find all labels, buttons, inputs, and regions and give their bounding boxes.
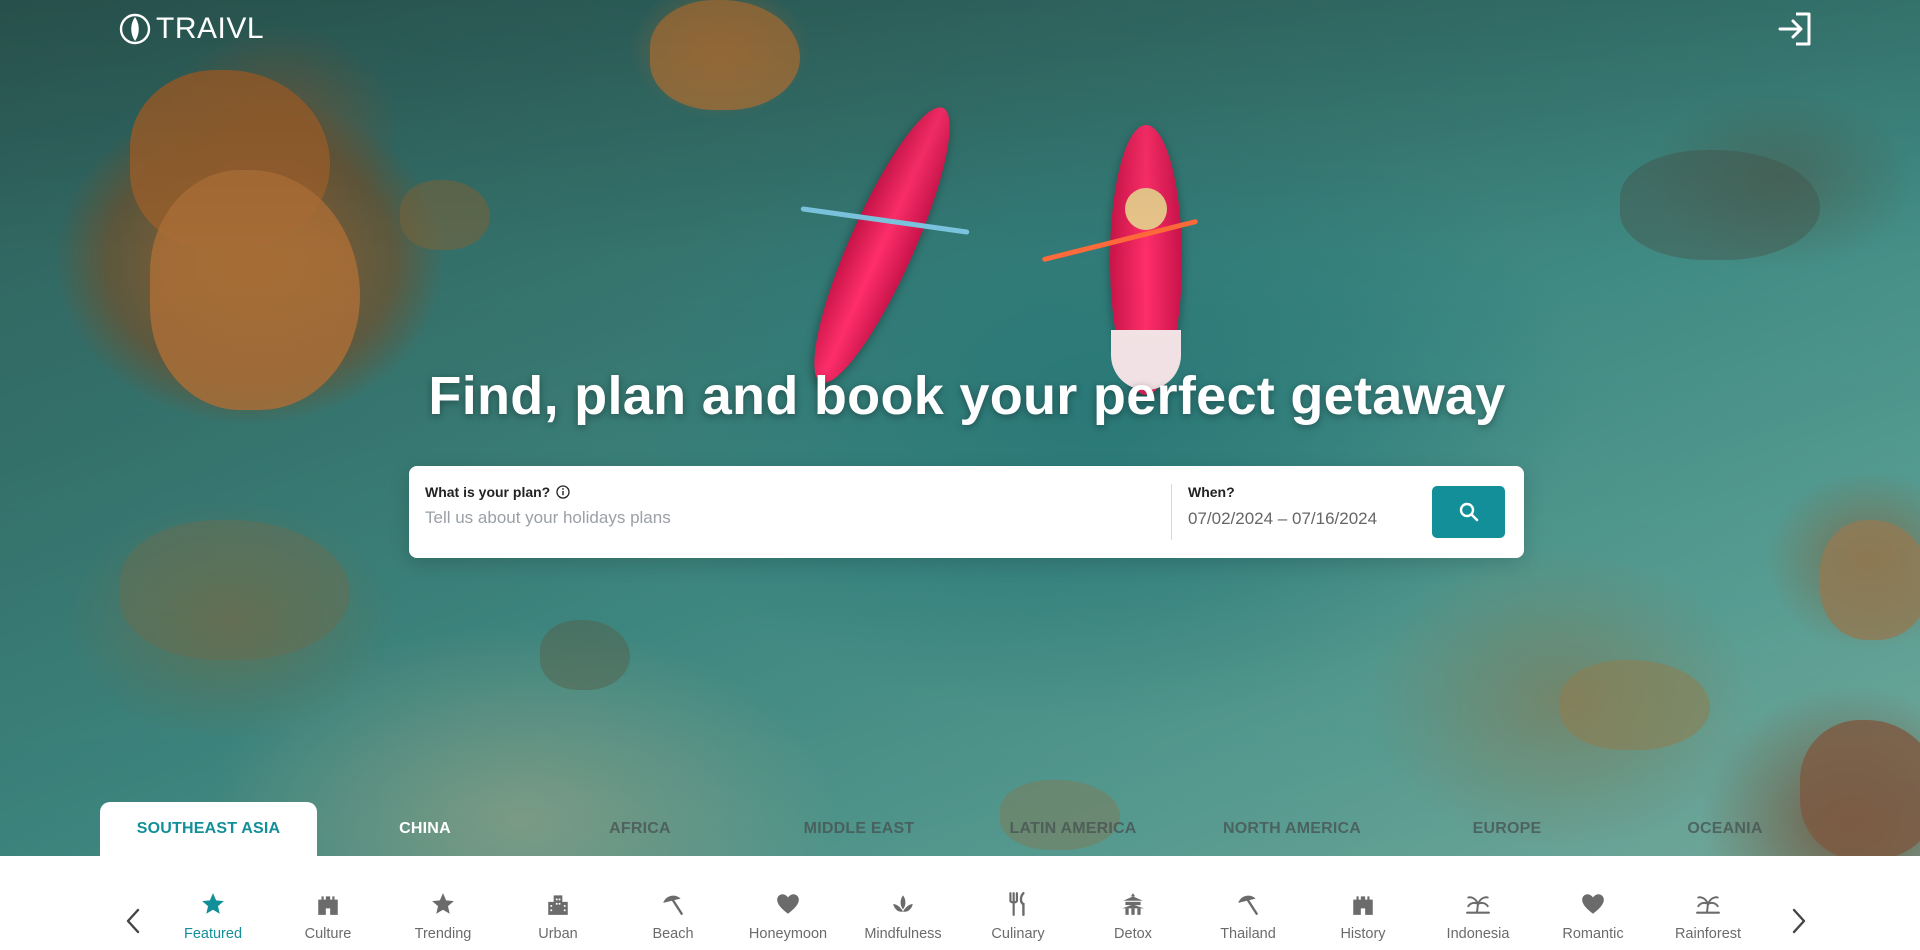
top-navigation-bar: TRAIVL <box>0 0 1920 60</box>
category-featured[interactable]: Featured <box>158 891 268 950</box>
traivl-logo-icon <box>119 13 151 45</box>
fork-knife-icon <box>1009 891 1025 917</box>
category-next-arrow[interactable] <box>1786 906 1812 936</box>
category-label: Beach <box>652 926 694 942</box>
hero-headline: Find, plan and book your perfect getaway <box>428 366 1506 426</box>
category-romantic[interactable]: Romantic <box>1538 891 1648 950</box>
search-icon <box>1459 502 1478 522</box>
category-urban[interactable]: Urban <box>503 891 613 950</box>
category-label: Romantic <box>1562 926 1624 942</box>
login-icon <box>1778 12 1811 46</box>
category-trending[interactable]: Trending <box>388 891 498 950</box>
palm-icon <box>1466 896 1490 914</box>
beach-umbrella-icon <box>1238 895 1258 915</box>
login-button[interactable] <box>1776 10 1814 48</box>
tab-latin-america[interactable]: LATIN AMERICA <box>998 802 1148 856</box>
category-culinary[interactable]: Culinary <box>963 891 1073 950</box>
plan-label-row: What is your plan? <box>425 484 1165 500</box>
category-thailand[interactable]: Thailand <box>1193 891 1303 950</box>
category-label: Detox <box>1114 926 1152 942</box>
category-history[interactable]: History <box>1308 891 1418 950</box>
brand-name: TRAIVL <box>156 12 265 45</box>
heart-icon <box>1582 894 1604 914</box>
category-label: Culinary <box>991 926 1045 942</box>
plan-input[interactable] <box>425 508 1145 528</box>
brand-logo[interactable]: TRAIVL <box>118 10 264 48</box>
tab-africa[interactable]: AFRICA <box>580 802 700 856</box>
category-label: Mindfulness <box>864 926 942 942</box>
category-label: Trending <box>414 926 472 942</box>
city-icon <box>548 895 568 915</box>
plan-label: What is your plan? <box>425 484 551 500</box>
category-beach[interactable]: Beach <box>618 891 728 950</box>
category-rainforest[interactable]: Rainforest <box>1653 891 1763 950</box>
category-bar: Featured Culture Trending Urban Beach Ho… <box>0 856 1920 950</box>
date-range-field[interactable]: When? 07/02/2024 – 07/16/2024 <box>1188 484 1388 529</box>
category-indonesia[interactable]: Indonesia <box>1423 891 1533 950</box>
castle-icon <box>318 896 338 915</box>
chevron-right-icon <box>1792 908 1806 934</box>
date-range-value[interactable]: 07/02/2024 – 07/16/2024 <box>1188 509 1388 529</box>
category-culture[interactable]: Culture <box>273 891 383 950</box>
tab-middle-east[interactable]: MIDDLE EAST <box>784 802 934 856</box>
when-label: When? <box>1188 484 1235 500</box>
category-label: Thailand <box>1220 926 1276 942</box>
search-divider <box>1171 484 1172 540</box>
info-icon[interactable] <box>556 485 570 499</box>
palm-icon <box>1696 896 1720 914</box>
category-detox[interactable]: Detox <box>1078 891 1188 950</box>
star-icon <box>432 893 454 914</box>
tab-china[interactable]: CHINA <box>365 802 485 856</box>
heart-icon <box>777 894 799 914</box>
temple-icon <box>1122 893 1144 915</box>
search-button[interactable] <box>1432 486 1505 538</box>
tab-oceania[interactable]: OCEANIA <box>1665 802 1785 856</box>
tab-europe[interactable]: EUROPE <box>1447 802 1567 856</box>
category-label: Rainforest <box>1674 926 1742 942</box>
category-mindfulness[interactable]: Mindfulness <box>848 891 958 950</box>
tab-southeast-asia[interactable]: SOUTHEAST ASIA <box>100 802 317 856</box>
beach-umbrella-icon <box>663 895 683 915</box>
category-label: History <box>1340 926 1386 942</box>
castle-icon <box>1353 896 1373 915</box>
category-label: Urban <box>538 926 578 942</box>
category-label: Indonesia <box>1446 926 1510 942</box>
lotus-icon <box>893 895 913 912</box>
category-label: Culture <box>304 926 352 942</box>
hero-background-image <box>0 0 1920 856</box>
chevron-left-icon <box>126 908 140 934</box>
category-label: Honeymoon <box>748 926 828 942</box>
category-label: Featured <box>183 926 243 942</box>
search-form: What is your plan? When? 07/02/2024 – 07… <box>409 466 1524 558</box>
category-prev-arrow[interactable] <box>120 906 146 936</box>
tab-north-america[interactable]: NORTH AMERICA <box>1212 802 1372 856</box>
category-honeymoon[interactable]: Honeymoon <box>733 891 843 950</box>
star-icon <box>202 893 224 914</box>
plan-field: What is your plan? <box>425 484 1165 528</box>
region-tabs: SOUTHEAST ASIA CHINA AFRICA MIDDLE EAST … <box>0 802 1920 856</box>
